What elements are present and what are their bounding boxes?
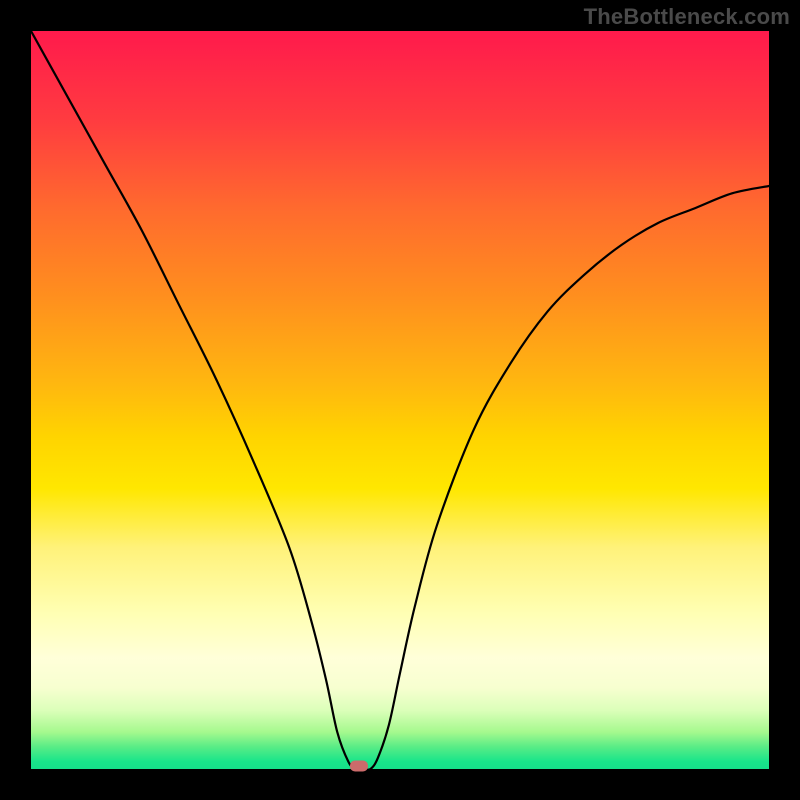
chart-frame: TheBottleneck.com	[0, 0, 800, 800]
optimal-point-marker	[350, 761, 368, 772]
bottleneck-curve-svg	[31, 31, 769, 769]
bottleneck-curve	[31, 31, 769, 769]
watermark-text: TheBottleneck.com	[584, 4, 790, 30]
